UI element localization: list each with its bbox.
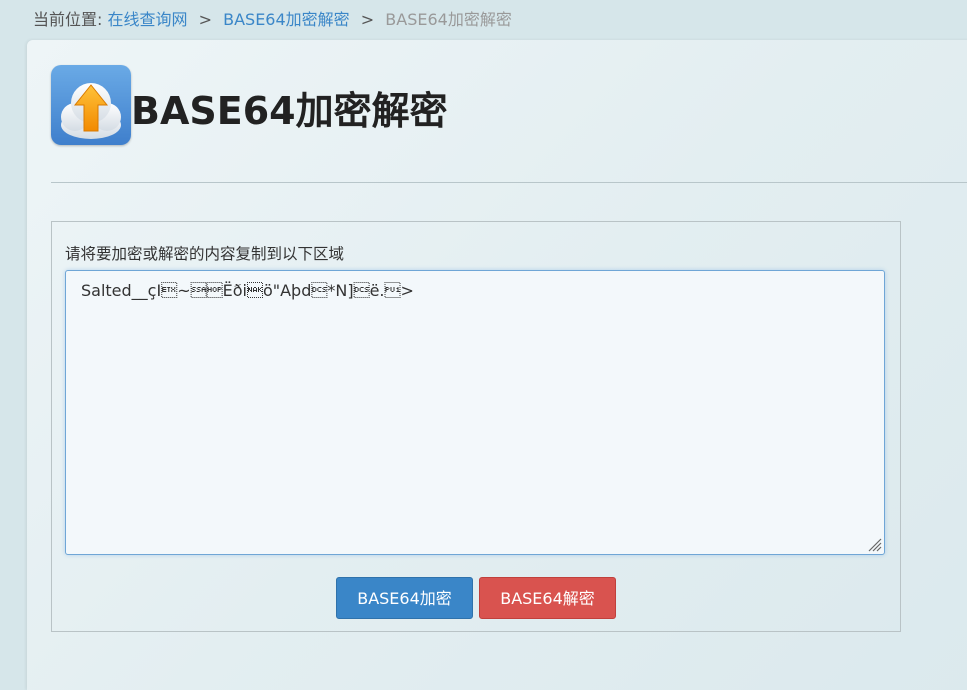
- breadcrumb-prefix: 当前位置:: [33, 10, 103, 29]
- resize-handle-icon[interactable]: [866, 536, 882, 552]
- form-panel: 请将要加密或解密的内容复制到以下区域 Salted__çI~Ëðiö"A…: [51, 221, 901, 632]
- breadcrumb-current: BASE64加密解密: [385, 10, 512, 29]
- breadcrumb-separator: >: [198, 10, 213, 29]
- breadcrumb-link-base64[interactable]: BASE64加密解密: [223, 10, 350, 29]
- breadcrumb-separator: >: [360, 10, 375, 29]
- base64-decode-button[interactable]: BASE64解密: [479, 577, 616, 619]
- form-label: 请将要加密或解密的内容复制到以下区域: [65, 245, 345, 263]
- textarea-value: Salted__çI~Ëðiö"Aþd*N]ë.>: [81, 281, 414, 300]
- breadcrumb-link-home[interactable]: 在线查询网: [108, 10, 188, 29]
- page-title: BASE64加密解密: [131, 89, 448, 133]
- cloud-upload-icon: [51, 65, 131, 145]
- divider: [51, 182, 967, 183]
- content-textarea[interactable]: Salted__çI~Ëðiö"Aþd*N]ë.>: [65, 270, 885, 555]
- base64-encode-button[interactable]: BASE64加密: [336, 577, 473, 619]
- main-card: BASE64加密解密 请将要加密或解密的内容复制到以下区域 Salted__çI…: [27, 40, 967, 690]
- breadcrumb: 当前位置: 在线查询网 > BASE64加密解密 > BASE64加密解密: [33, 6, 512, 30]
